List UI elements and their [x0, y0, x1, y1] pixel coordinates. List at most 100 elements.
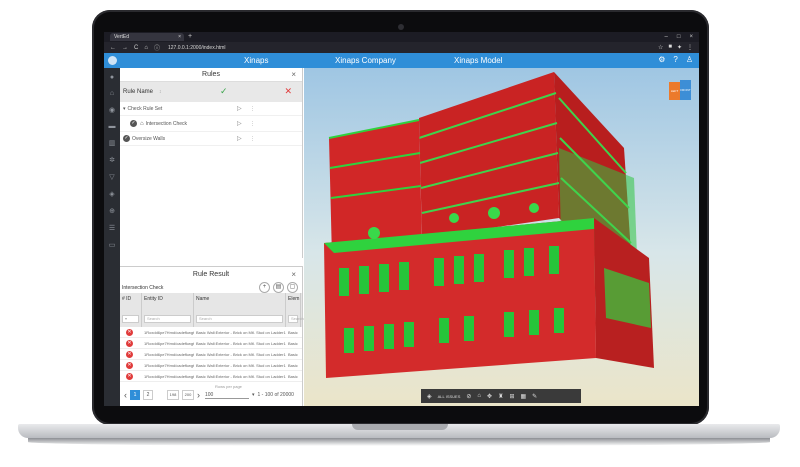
close-icon[interactable]: × [291, 68, 296, 82]
copy-button[interactable]: ▢ [287, 282, 298, 293]
table-row[interactable]: ✕ 1Roxdd6pe7Hmd/cadefkwgt Basic Wall:Exter… [120, 349, 302, 360]
more-icon[interactable]: ⋮ [250, 121, 255, 127]
brand-label[interactable]: Xinaps [244, 56, 268, 65]
prev-page-icon[interactable]: ‹ [124, 390, 127, 400]
entity-id-cell: 1Roxdd6pe7Hmd/cadefkwgt [144, 340, 194, 346]
page-button[interactable]: 1 [130, 390, 140, 400]
pan-icon[interactable]: ✥ [487, 393, 492, 400]
reload-icon[interactable]: C [134, 45, 138, 51]
rules-panel-title: Rules [202, 71, 220, 78]
next-page-icon[interactable]: › [197, 390, 200, 400]
forward-icon[interactable]: → [122, 45, 128, 51]
rail-item-issues[interactable]: ◈ [109, 190, 114, 198]
column-header[interactable]: # ID ▾ [120, 293, 142, 327]
site-info-icon[interactable]: ⓘ [154, 43, 160, 52]
building-model[interactable] [304, 68, 699, 406]
home-icon[interactable]: ⌂ [144, 45, 148, 51]
app-logo[interactable] [104, 53, 120, 68]
play-icon[interactable]: ▷ [237, 135, 242, 142]
nav-cube-front-face[interactable]: FRONT [680, 80, 691, 100]
menu-icon[interactable]: ⋮ [687, 44, 693, 51]
minimize-icon[interactable]: – [665, 34, 668, 40]
close-window-icon[interactable]: × [689, 34, 693, 40]
page-button[interactable]: 198 [167, 390, 179, 400]
entity-id-cell: 1Roxdd6pe7Hmd/cadefkwgt [144, 362, 194, 368]
rail-item-home[interactable]: ⌂ [110, 90, 114, 97]
column-header[interactable]: Elem Search [286, 293, 304, 327]
rail-item-project[interactable]: ● [110, 74, 114, 81]
column-header[interactable]: Entity ID Search [142, 293, 194, 327]
column-header[interactable]: Name Search [194, 293, 286, 327]
rule-row[interactable]: ✓ Oversize Walls ▷ ⋮ [120, 132, 302, 146]
status-check-icon: ✓ [130, 120, 137, 127]
status-check-icon: ✓ [123, 135, 130, 142]
elem-cell: Basic [288, 329, 298, 335]
bookmark-icon[interactable]: ☆ [658, 44, 663, 51]
per-page-select[interactable]: 100 [205, 392, 249, 399]
page-button[interactable]: 200 [182, 390, 194, 400]
rail-item-views[interactable]: ◉ [109, 106, 115, 114]
settings-icon[interactable]: ⚙ [658, 55, 665, 64]
layers-icon[interactable]: ◈ [427, 393, 432, 400]
walk-icon[interactable]: ♜ [498, 393, 503, 400]
more-icon[interactable]: ⋮ [250, 106, 255, 112]
play-icon[interactable]: ▷ [237, 105, 242, 112]
add-button[interactable]: + [259, 282, 270, 293]
3d-viewer[interactable]: LEFT FRONT ◈ ALL ISSUES ⊘ ⌂ ✥ ♜ ⊞ ▦ ✎ [304, 68, 699, 406]
close-icon[interactable]: × [291, 267, 296, 283]
more-icon[interactable]: ⋮ [250, 136, 255, 142]
rows-per-page-label: Rows per page [215, 384, 242, 389]
url-field[interactable]: 127.0.0.1:2000/index.html [166, 44, 652, 52]
filter-dropdown[interactable]: ▾ [122, 315, 139, 323]
result-subheader: Intersection Check + ▤ ▢ [120, 282, 302, 293]
elem-cell: Basic [288, 362, 298, 368]
nav-cube[interactable]: LEFT FRONT [669, 78, 691, 102]
rail-item-rules[interactable]: ⊕ [109, 207, 115, 215]
model-label[interactable]: Xinaps Model [454, 56, 502, 65]
tab-close-icon[interactable]: × [178, 33, 181, 41]
new-tab-icon[interactable]: + [188, 33, 192, 41]
help-icon[interactable]: ? [673, 55, 677, 64]
no-entry-icon[interactable]: ⊘ [466, 393, 471, 400]
pass-check-icon[interactable]: ✓ [220, 86, 228, 97]
filter-input[interactable]: Search [196, 315, 283, 323]
play-icon[interactable]: ▷ [237, 120, 242, 127]
rule-name-column[interactable]: Rule Name [123, 89, 153, 95]
expand-caret-icon[interactable]: ▾ [123, 106, 126, 112]
export-button[interactable]: ▤ [273, 282, 284, 293]
elem-cell: Basic [288, 340, 298, 346]
rail-item-list[interactable]: ☰ [109, 224, 115, 232]
sort-icon[interactable]: ↕ [159, 89, 162, 95]
rail-item-export[interactable]: ▭ [109, 241, 116, 249]
measure-icon[interactable]: ▦ [521, 393, 527, 400]
dropdown-caret-icon[interactable]: ▾ [252, 392, 255, 398]
browser-tab[interactable]: VertEd × [110, 33, 184, 41]
back-icon[interactable]: ← [110, 45, 116, 51]
fail-cross-icon[interactable]: ✕ [284, 86, 292, 97]
table-row[interactable]: ✕ 1Roxdd6pe7Hmd/cadefkwgt Basic Wall:Exter… [120, 327, 302, 338]
rail-item-filter[interactable]: ▽ [109, 173, 114, 181]
filter-input[interactable]: Search [288, 315, 304, 323]
column-label: Name [196, 296, 210, 302]
home-view-icon[interactable]: ⌂ [477, 393, 481, 399]
all-issues-label[interactable]: ALL ISSUES [438, 394, 461, 399]
section-icon[interactable]: ⊞ [509, 393, 514, 400]
puzzle-icon[interactable]: ✦ [677, 44, 682, 51]
table-row[interactable]: ✕ 1Roxdd6pe7Hmd/cadefkwgt Basic Wall:Exter… [120, 360, 302, 371]
table-row[interactable]: ✕ 1Roxdd6pe7Hmd/cadefkwgt Basic Wall:Exter… [120, 371, 302, 382]
rail-item-settings[interactable]: ✲ [109, 156, 115, 164]
markup-icon[interactable]: ✎ [532, 393, 537, 400]
user-icon[interactable]: ♙ [686, 55, 693, 64]
maximize-icon[interactable]: □ [677, 34, 681, 40]
rail-item-checks[interactable]: ▥ [109, 139, 116, 147]
rule-row[interactable]: ✓ ⌂ Intersection Check ▷ ⋮ [120, 116, 302, 132]
table-row[interactable]: ✕ 1Roxdd6pe7Hmd/cadefkwgt Basic Wall:Exter… [120, 338, 302, 349]
filter-input[interactable]: Search [144, 315, 191, 323]
rail-item-files[interactable]: ▬ [109, 123, 116, 130]
extension-icon[interactable]: ■ [668, 44, 672, 51]
page-button[interactable]: 2 [143, 390, 153, 400]
column-label: Entity ID [144, 296, 163, 302]
nav-cube-left-face[interactable]: LEFT [669, 82, 680, 100]
company-label[interactable]: Xinaps Company [335, 56, 396, 65]
rule-row[interactable]: ▾ Check Rule Set ▷ ⋮ [120, 102, 302, 116]
